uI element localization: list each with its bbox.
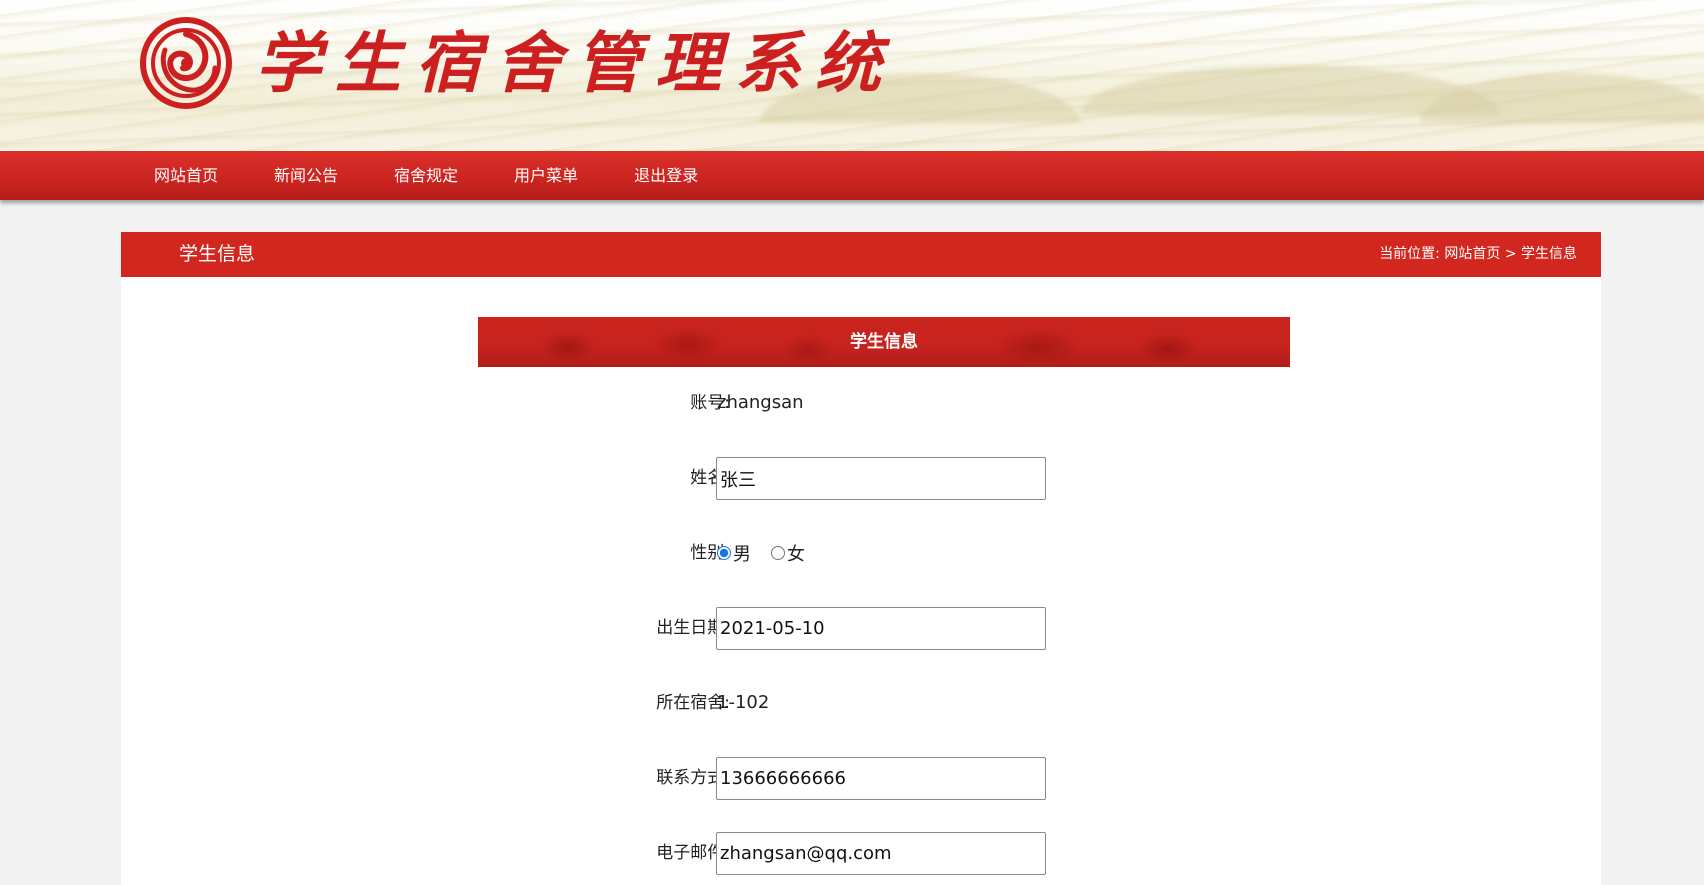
panel-header: 学生信息 当前位置: 网站首页 > 学生信息: [121, 232, 1601, 277]
gender-radio-group: 男 女: [717, 531, 825, 575]
breadcrumb-prefix: 当前位置:: [1379, 246, 1440, 262]
form-card-header: 学生信息: [478, 317, 1290, 367]
form-row-account: 账号: zhangsan: [478, 381, 1078, 425]
breadcrumb-separator: >: [1504, 246, 1517, 262]
site-banner: 学生宿舍管理系统: [0, 0, 1704, 151]
form-row-name: 姓名:: [478, 456, 1078, 500]
gender-option-male[interactable]: 男: [717, 540, 751, 566]
gender-option-female-label: 女: [787, 544, 805, 565]
account-value: zhangsan: [717, 392, 804, 413]
nav-item-home[interactable]: 网站首页: [154, 151, 218, 200]
main-nav: 网站首页 新闻公告 宿舍规定 用户菜单 退出登录: [0, 151, 1704, 200]
site-title: 学生宿舍管理系统: [255, 24, 895, 102]
form-row-gender: 性别: 男 女: [478, 531, 1078, 575]
dorm-value: 1-102: [717, 692, 770, 713]
form-row-email: 电子邮件:: [478, 831, 1078, 875]
phone-input[interactable]: [716, 757, 1046, 800]
form-row-phone: 联系方式:: [478, 756, 1078, 800]
gender-option-female[interactable]: 女: [771, 540, 805, 566]
name-input[interactable]: [716, 457, 1046, 500]
site-logo[interactable]: [139, 16, 233, 110]
page-title: 学生信息: [179, 243, 256, 265]
breadcrumb-home-link[interactable]: 网站首页: [1444, 246, 1500, 262]
nav-item-news[interactable]: 新闻公告: [274, 151, 338, 200]
email-input[interactable]: [716, 832, 1046, 875]
birthdate-input[interactable]: [716, 607, 1046, 650]
content-panel: 学生信息 当前位置: 网站首页 > 学生信息 学生信息 账号: zhangsan…: [121, 232, 1601, 885]
nav-item-dorm-rules[interactable]: 宿舍规定: [394, 151, 458, 200]
form-title: 学生信息: [850, 332, 918, 352]
form-row-dorm: 所在宿舍: 1-102: [478, 681, 1078, 725]
nav-item-user-menu[interactable]: 用户菜单: [514, 151, 578, 200]
breadcrumb: 当前位置: 网站首页 > 学生信息: [1379, 232, 1577, 277]
nav-item-logout[interactable]: 退出登录: [634, 151, 698, 200]
gender-option-male-label: 男: [733, 544, 751, 565]
breadcrumb-current: 学生信息: [1521, 246, 1577, 262]
gender-radio-female[interactable]: [771, 546, 785, 560]
gender-radio-male[interactable]: [717, 546, 731, 560]
form-row-birthdate: 出生日期:: [478, 606, 1078, 650]
